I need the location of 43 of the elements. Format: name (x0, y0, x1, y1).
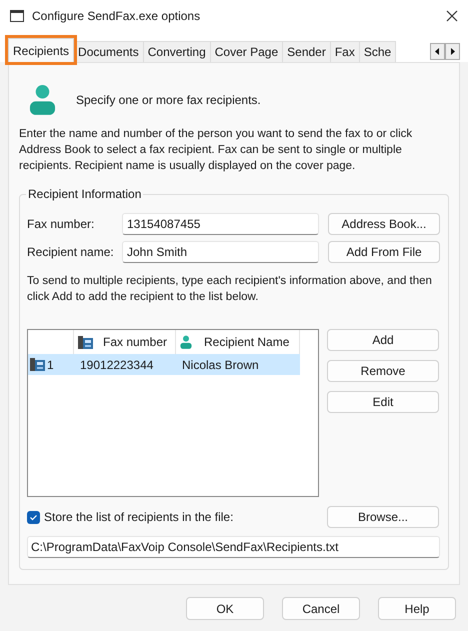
tab[interactable]: Converting (144, 41, 211, 62)
scroll-left-button[interactable] (430, 43, 445, 60)
dialog-button[interactable]: Browse... (327, 506, 439, 528)
column-header[interactable]: Fax number (103, 333, 168, 351)
tab[interactable]: Sender (283, 41, 331, 62)
dialog-button[interactable]: OK (186, 597, 264, 620)
tab[interactable]: Documents (74, 41, 144, 62)
header-text: Specify one or more fax recipients. (76, 92, 261, 108)
intro-text: Enter the name and number of the person you want to send the fax to or click Address Book to select a fax recipient. Fax can be sent to single or multiple recipients. Recipient name is usually displayed on the cover page. (19, 127, 414, 174)
dialog-button[interactable]: Remove (327, 360, 439, 382)
dialog-button[interactable]: Add From File (328, 241, 440, 263)
dialog-button[interactable]: Add (327, 329, 439, 351)
dialog-button[interactable]: Cancel (282, 597, 360, 620)
tab[interactable]: Cover Page (210, 41, 284, 62)
scroll-right-button[interactable] (445, 43, 460, 60)
checkbox[interactable] (27, 510, 40, 524)
input-field[interactable]: John Smith (122, 241, 319, 263)
window-title: Configure SendFax.exe options (32, 8, 202, 25)
tab[interactable]: Sche (360, 41, 396, 62)
column-header[interactable]: Recipient Name (204, 333, 290, 351)
dialog-button[interactable]: Address Book... (328, 213, 440, 235)
fax-machine-icon (30, 357, 45, 372)
checkmark-icon (29, 512, 38, 522)
window-icon (10, 10, 24, 22)
dialog-button[interactable]: Edit (327, 391, 439, 413)
person-icon (180, 335, 192, 349)
field-label: Recipient name: (27, 244, 115, 261)
group-title: Recipient Information (26, 187, 144, 201)
checkbox-label: Store the list of recipients in the file: (44, 509, 234, 526)
input-field[interactable]: C:\ProgramData\FaxVoip Console\SendFax\Recipients.txt (27, 536, 440, 558)
dialog-button[interactable]: Help (378, 597, 456, 620)
tab[interactable]: Recipients (8, 38, 74, 62)
tab[interactable]: Fax (330, 41, 360, 62)
list-row[interactable]: 1 19012223344 Nicolas Brown (28, 354, 300, 375)
field-label: Fax number: (27, 216, 96, 233)
table-cell-text: Nicolas Brown (181, 356, 260, 374)
table-cell-text: 19012223344 (79, 356, 154, 374)
input-field[interactable]: 13154087455 (122, 213, 319, 235)
table-cell-text: 1 (47, 356, 54, 374)
fax-machine-icon (78, 334, 93, 350)
person-icon (29, 83, 56, 116)
close-icon[interactable] (446, 10, 458, 22)
hint-text: To send to multiple recipients, type each recipient's information above, and then click Add to add the recipient to the list below. (27, 274, 433, 305)
